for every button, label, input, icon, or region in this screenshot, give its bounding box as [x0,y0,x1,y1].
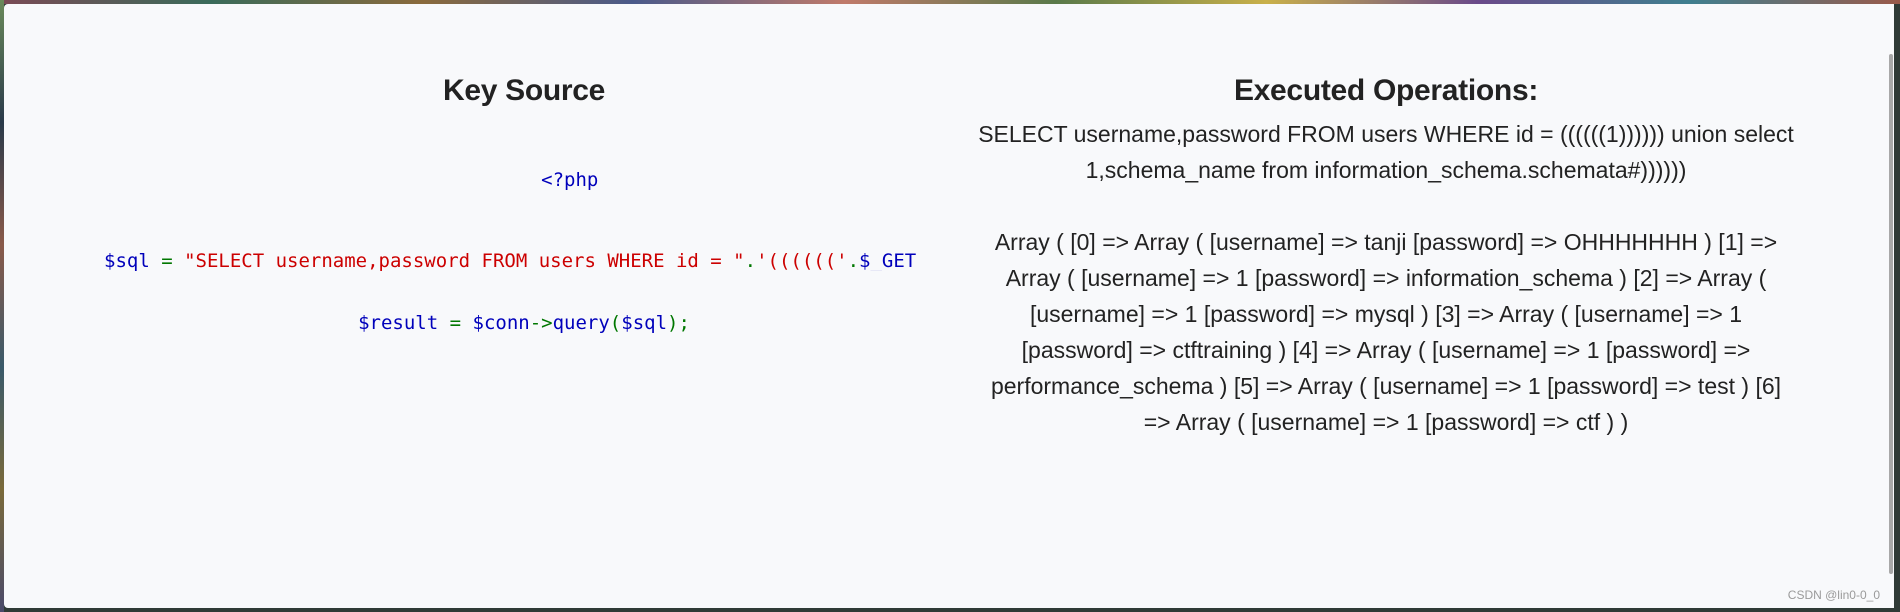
sql-parens: '((((((' [756,252,848,271]
executed-query-text: SELECT username,password FROM users WHER… [978,121,1794,183]
sql-assign: = [149,252,185,271]
query-function: query [552,314,610,333]
arrow-operator: -> [529,314,553,333]
watermark-text: CSDN @lin0-0_0 [1787,588,1880,602]
code-line-php-open: <?php [104,152,944,209]
main-panel: Key Source <?php $sql = "SELECT username… [4,4,1894,608]
sql-concat-1: . [744,252,757,271]
key-source-heading: Key Source [442,74,606,107]
result-assign: = [438,314,473,333]
result-variable: $result [358,314,439,333]
conn-variable: $conn [472,314,530,333]
php-code-block: <?php $sql = "SELECT username,password F… [104,152,944,333]
scrollbar-thumb[interactable] [1889,54,1893,574]
code-line-result: $result = $conn->query($sql); [104,314,944,333]
executed-operations-section: Executed Operations: SELECT username,pas… [976,74,1796,440]
paren-open: ( [609,314,622,333]
query-result-text: Array ( [0] => Array ( [username] => tan… [990,229,1782,435]
vertical-scrollbar[interactable] [1886,4,1894,608]
code-line-sql: $sql = "SELECT username,password FROM us… [104,252,944,271]
key-source-section: Key Source <?php $sql = "SELECT username… [104,74,944,333]
php-open-tag: <?php [541,169,599,191]
executed-operations-heading: Executed Operations: [1233,74,1539,107]
sql-argument: $sql [621,314,668,333]
paren-close: ); [667,314,690,333]
sql-concat-2: . [847,252,860,271]
sql-variable: $sql [104,252,150,271]
sql-string: "SELECT username,password FROM users WHE… [184,252,745,271]
sql-get: $_GET [859,252,917,271]
